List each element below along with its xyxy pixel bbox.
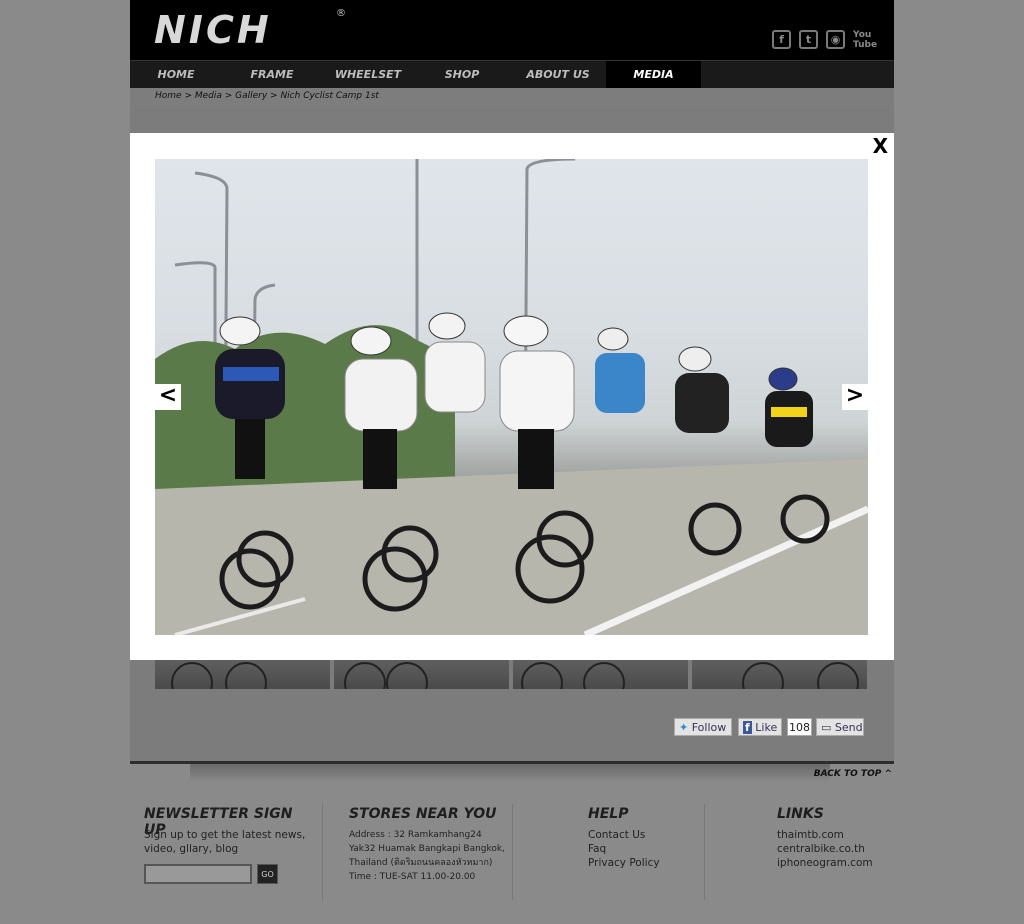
nav-home[interactable]: HOME (130, 61, 222, 88)
stores-section: STORES NEAR YOU Address : 32 Ramkamhang2… (349, 806, 514, 884)
store-hours: Time : TUE-SAT 11.00-20.00 (349, 872, 476, 882)
send-label: Send (834, 721, 863, 734)
send-button[interactable]: ▭ Send (816, 718, 864, 736)
footer-column-divider (322, 804, 323, 900)
gallery-thumbnail[interactable] (334, 660, 509, 689)
footer-column-divider (512, 804, 513, 900)
store-address-line: Thailand (ติดริมถนนคลองหัวหมาก) (349, 858, 493, 868)
twitter-follow-button[interactable]: ✦ Follow (674, 718, 732, 736)
footer-shadow (190, 764, 830, 782)
twitter-icon[interactable]: t (799, 30, 818, 49)
like-label: Like (755, 721, 778, 734)
rider (675, 346, 729, 433)
facebook-icon[interactable]: f (772, 30, 791, 49)
close-button[interactable]: X (873, 134, 888, 158)
newsletter-section: NEWSLETTER SIGN UP Sign up to get the la… (144, 806, 309, 856)
links-title: LINKS (777, 806, 824, 822)
gallery-photo (155, 159, 868, 635)
facebook-like-button[interactable]: f Like (738, 718, 782, 736)
nav-about[interactable]: ABOUT US (510, 61, 606, 88)
newsletter-text: Sign up to get the latest news, video, g… (144, 829, 306, 855)
links-item[interactable]: centralbike.co.th (777, 842, 887, 856)
instagram-icon[interactable]: ◉ (826, 30, 845, 49)
links-section: LINKS thaimtb.com centralbike.co.th ipho… (777, 806, 887, 870)
gallery-thumbnails (155, 660, 867, 689)
newsletter-go-button[interactable]: GO (257, 864, 278, 884)
follow-label: Follow (691, 721, 727, 734)
links-item[interactable]: iphoneogram.com (777, 856, 887, 870)
main-nav: HOME FRAME WHEELSET SHOP ABOUT US MEDIA (130, 60, 894, 88)
help-privacy-link[interactable]: Privacy Policy (588, 856, 698, 870)
footer-column-divider (704, 804, 705, 900)
help-section: HELP Contact Us Faq Privacy Policy (588, 806, 698, 870)
links-item[interactable]: thaimtb.com (777, 828, 887, 842)
rider (424, 312, 486, 413)
cyclists-photo-illustration (155, 159, 868, 635)
youtube-icon[interactable]: You Tube (853, 30, 877, 50)
gallery-thumbnail[interactable] (692, 660, 867, 689)
nav-shop[interactable]: SHOP (418, 61, 506, 88)
next-arrow-button[interactable]: > (842, 384, 868, 410)
nav-frame[interactable]: FRAME (226, 61, 318, 88)
gallery-thumbnail[interactable] (513, 660, 688, 689)
prev-arrow-button[interactable]: < (155, 384, 181, 410)
gallery-thumbnail[interactable] (155, 660, 330, 689)
help-title: HELP (588, 806, 629, 822)
twitter-bird-icon: ✦ (679, 721, 689, 734)
lightbox-modal: X < > (130, 133, 894, 660)
social-links: f t ◉ You Tube (772, 30, 877, 50)
rider (595, 327, 645, 413)
breadcrumb[interactable]: Home > Media > Gallery > Nich Cyclist Ca… (155, 91, 379, 101)
nav-media[interactable]: MEDIA (606, 61, 701, 88)
like-count: 108 (787, 718, 812, 736)
newsletter-email-input[interactable] (144, 864, 252, 884)
help-faq-link[interactable]: Faq (588, 842, 698, 856)
registered-mark: ® (336, 8, 346, 19)
send-icon: ▭ (821, 721, 832, 734)
nich-logo[interactable]: NICH (154, 6, 272, 54)
facebook-like-icon: f (743, 721, 752, 734)
store-address-line: Address : 32 Ramkamhang24 (349, 830, 482, 840)
help-contact-link[interactable]: Contact Us (588, 828, 698, 842)
nav-wheelset[interactable]: WHEELSET (318, 61, 418, 88)
rider (499, 315, 575, 489)
stores-title: STORES NEAR YOU (349, 806, 497, 822)
back-to-top-link[interactable]: BACK TO TOP ^ (814, 769, 892, 779)
store-address-line: Yak32 Huamak Bangkapi Bangkok, (349, 844, 505, 854)
rider (765, 367, 813, 447)
newsletter-title: NEWSLETTER SIGN UP (144, 806, 293, 838)
site-header: NICH ® f t ◉ You Tube (130, 0, 894, 60)
